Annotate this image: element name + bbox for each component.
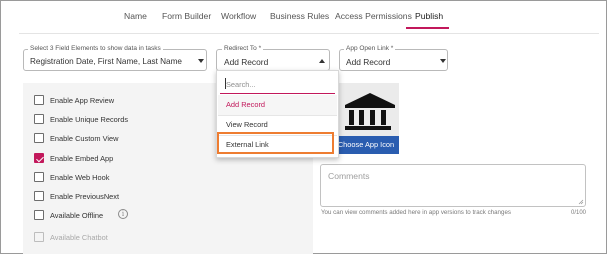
checkbox-checked[interactable] bbox=[34, 153, 44, 163]
option-label: Enable Embed App bbox=[50, 154, 114, 163]
comments-textarea[interactable]: Comments bbox=[320, 164, 586, 207]
active-tab-indicator bbox=[406, 27, 449, 29]
info-icon[interactable]: i bbox=[118, 209, 128, 219]
chevron-up-icon[interactable] bbox=[319, 59, 325, 63]
checkbox-disabled bbox=[34, 232, 44, 242]
redirect-to-label: Redirect To * bbox=[222, 45, 264, 52]
option-label: Available Offline bbox=[50, 211, 104, 220]
option-label: Available Chatbot bbox=[50, 233, 108, 242]
option-enable-previousnext[interactable]: Enable PreviousNext bbox=[34, 191, 234, 203]
tab-workflow[interactable]: Workflow bbox=[221, 11, 256, 21]
redirect-to-select[interactable]: Add Record bbox=[216, 49, 330, 71]
checkbox[interactable] bbox=[34, 172, 44, 182]
tab-access-permissions[interactable]: Access Permissions bbox=[335, 11, 412, 21]
chevron-down-icon[interactable] bbox=[198, 59, 204, 63]
tab-bar: Name Form Builder Workflow Business Rule… bbox=[1, 1, 607, 31]
app-open-link-label: App Open Link * bbox=[344, 45, 396, 52]
app-open-link-value: Add Record bbox=[346, 57, 391, 67]
dropdown-search-placeholder: Search... bbox=[226, 80, 256, 89]
checkbox[interactable] bbox=[34, 114, 44, 124]
option-label: Enable Custom View bbox=[50, 134, 119, 143]
comments-placeholder: Comments bbox=[328, 171, 370, 181]
dropdown-search-input[interactable]: Search... bbox=[220, 74, 335, 94]
checkbox[interactable] bbox=[34, 210, 44, 220]
option-enable-web-hook[interactable]: Enable Web Hook bbox=[34, 172, 234, 184]
comments-counter: 0/100 bbox=[571, 210, 587, 216]
tab-name[interactable]: Name bbox=[124, 11, 147, 21]
comments-help-text: You can view comments added here in app … bbox=[321, 209, 511, 216]
checkbox[interactable] bbox=[34, 133, 44, 143]
field-elements-label: Select 3 Field Elements to show data in … bbox=[28, 45, 163, 52]
option-enable-app-review[interactable]: Enable App Review bbox=[34, 95, 234, 107]
dropdown-option-add-record[interactable]: Add Record bbox=[218, 95, 337, 115]
tab-publish[interactable]: Publish bbox=[415, 11, 443, 21]
option-label: Enable Unique Records bbox=[50, 115, 129, 124]
option-label: Enable Web Hook bbox=[50, 173, 110, 182]
tab-form-builder[interactable]: Form Builder bbox=[162, 11, 211, 21]
redirect-to-value: Add Record bbox=[224, 57, 269, 67]
publish-settings-window: Name Form Builder Workflow Business Rule… bbox=[0, 0, 607, 254]
tabs-divider bbox=[19, 33, 599, 34]
option-available-chatbot: Available Chatbot bbox=[34, 232, 234, 244]
app-open-link-select[interactable]: Add Record bbox=[339, 49, 448, 71]
checkbox[interactable] bbox=[34, 95, 44, 105]
resize-handle-icon[interactable] bbox=[578, 199, 584, 205]
option-enable-unique-records[interactable]: Enable Unique Records bbox=[34, 114, 234, 126]
option-label: Enable PreviousNext bbox=[50, 192, 120, 201]
tab-business-rules[interactable]: Business Rules bbox=[270, 11, 329, 21]
option-available-offline[interactable]: Available Offline i bbox=[34, 209, 234, 222]
annotation-highlight-box bbox=[217, 132, 334, 154]
field-elements-value: Registration Date, First Name, Last Name bbox=[30, 57, 182, 66]
option-enable-embed-app[interactable]: Enable Embed App bbox=[34, 153, 234, 165]
checkbox[interactable] bbox=[34, 191, 44, 201]
field-elements-select[interactable]: Registration Date, First Name, Last Name bbox=[23, 49, 207, 71]
chevron-down-icon[interactable] bbox=[440, 59, 446, 63]
option-enable-custom-view[interactable]: Enable Custom View bbox=[34, 133, 234, 145]
option-label: Enable App Review bbox=[50, 96, 115, 105]
